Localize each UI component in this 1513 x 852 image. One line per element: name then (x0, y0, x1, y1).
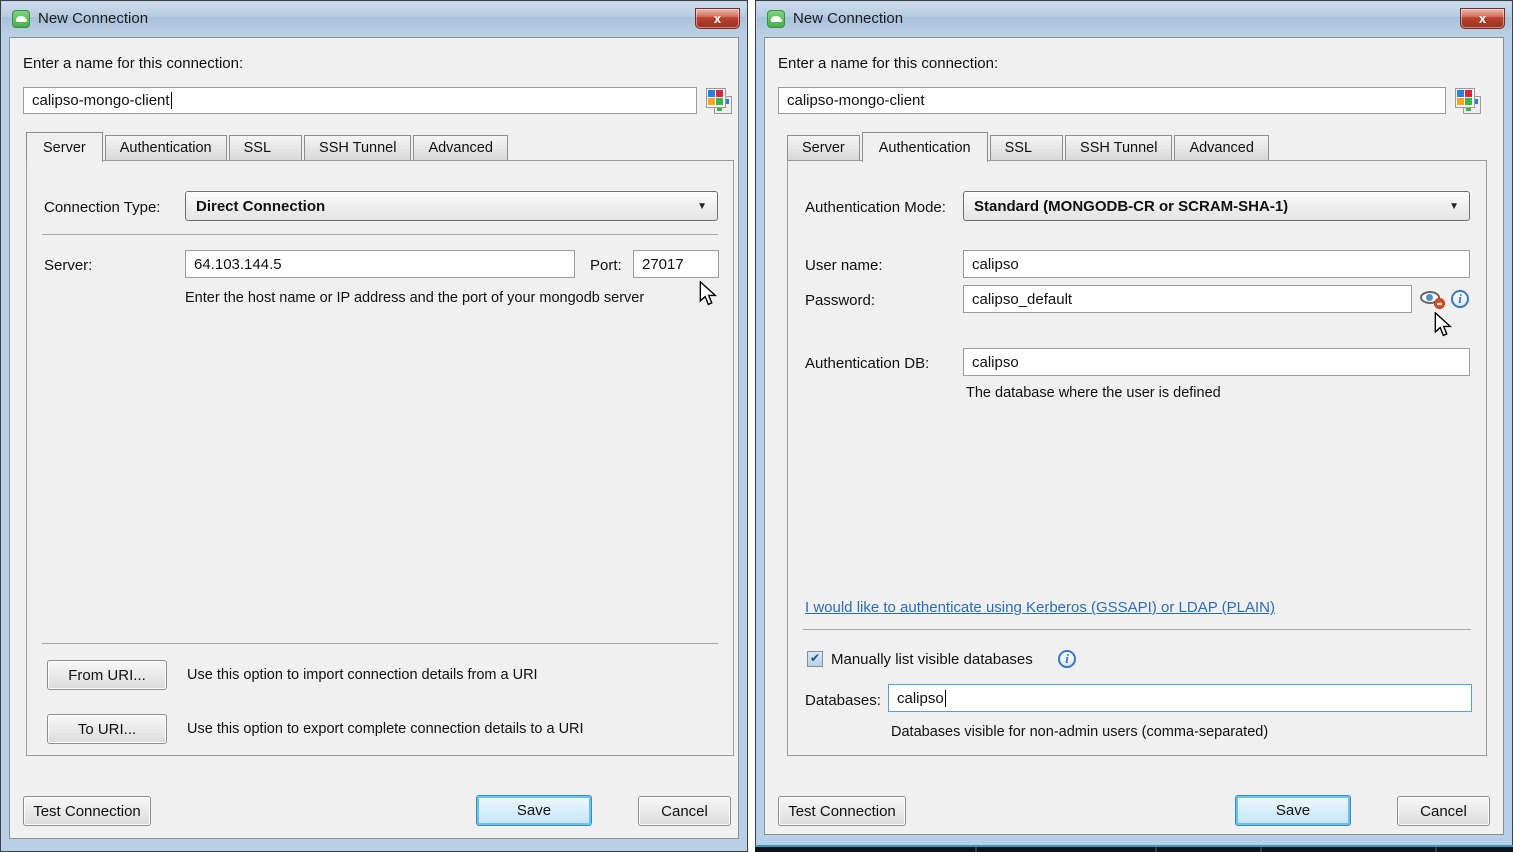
tab-ssl[interactable]: SSL (229, 135, 302, 161)
new-connection-window-server: New Connection x Enter a name for this c… (0, 0, 748, 852)
eye-iris (1426, 294, 1433, 301)
tab-authentication[interactable]: Authentication (105, 135, 227, 161)
kerberos-ldap-link[interactable]: I would like to authenticate using Kerbe… (805, 599, 1275, 616)
close-icon[interactable]: x (695, 8, 740, 29)
databases-help-text: Databases visible for non-admin users (c… (891, 724, 1268, 740)
port-input[interactable]: 27017 (633, 250, 719, 278)
chevron-down-icon: ▼ (697, 201, 707, 212)
divider (42, 234, 718, 235)
password-value: calipso_default (972, 291, 1072, 308)
connection-color-picker-icon[interactable] (706, 88, 733, 115)
window-title: New Connection (38, 10, 148, 27)
user-name-label: User name: (805, 257, 883, 274)
screenshot-canvas: New Connection x Enter a name for this c… (0, 0, 1513, 852)
auth-db-input[interactable]: calipso (963, 348, 1470, 376)
tab-advanced[interactable]: Advanced (413, 135, 508, 161)
dialog-tabs: Server Authentication SSL SSH Tunnel Adv… (787, 129, 1271, 161)
connection-color-picker-icon[interactable] (1455, 88, 1482, 115)
manually-list-databases-label: Manually list visible databases (831, 651, 1033, 668)
manually-list-databases-checkbox[interactable] (807, 651, 823, 667)
from-uri-help-text: Use this option to import connection det… (187, 667, 538, 683)
text-caret (945, 690, 946, 707)
connection-name-label: Enter a name for this connection: (778, 55, 998, 72)
server-value: 64.103.144.5 (194, 256, 282, 273)
tab-ssl[interactable]: SSL (990, 135, 1063, 161)
auth-db-label: Authentication DB: (805, 355, 929, 372)
server-tab-panel: Connection Type: Direct Connection ▼ Ser… (26, 160, 734, 756)
tab-server[interactable]: Server (787, 135, 860, 161)
user-name-value: calipso (972, 256, 1019, 273)
cancel-button[interactable]: Cancel (1397, 796, 1490, 826)
palette-front-square (1455, 88, 1475, 108)
tab-ssh-tunnel[interactable]: SSH Tunnel (304, 135, 411, 161)
auth-db-help-text: The database where the user is defined (966, 385, 1221, 401)
auth-mode-value: Standard (MONGODB-CR or SCRAM-SHA-1) (974, 198, 1288, 215)
window-title: New Connection (793, 10, 903, 27)
databases-label: Databases: (805, 692, 881, 709)
mongo-client-app-icon (12, 10, 30, 28)
mongo-client-app-icon (767, 10, 785, 28)
auth-mode-label: Authentication Mode: (805, 199, 946, 216)
connection-name-input[interactable]: calipso-mongo-client (23, 87, 697, 114)
divider (803, 629, 1471, 630)
server-help-text: Enter the host name or IP address and th… (185, 290, 644, 306)
password-label: Password: (805, 292, 875, 309)
password-info-icon[interactable]: i (1451, 290, 1469, 308)
auth-db-value: calipso (972, 354, 1019, 371)
cancel-button[interactable]: Cancel (638, 796, 731, 826)
mouse-cursor (1433, 312, 1455, 338)
titlebar[interactable]: New Connection x (2, 2, 746, 35)
background-window-edge (755, 845, 1513, 852)
divider (42, 643, 718, 644)
databases-value: calipso (897, 690, 944, 707)
user-name-input[interactable]: calipso (963, 250, 1470, 278)
databases-input[interactable]: calipso (888, 684, 1472, 712)
connection-name-value: calipso-mongo-client (32, 92, 170, 109)
password-input[interactable]: calipso_default (963, 285, 1412, 313)
new-connection-window-authentication: New Connection x Enter a name for this c… (755, 0, 1513, 846)
tab-server[interactable]: Server (26, 132, 103, 162)
text-caret (171, 92, 172, 109)
palette-front-square (706, 88, 726, 108)
server-input[interactable]: 64.103.144.5 (185, 250, 575, 278)
to-uri-help-text: Use this option to export complete conne… (187, 721, 584, 737)
hide-password-eye-icon[interactable] (1420, 290, 1444, 307)
tab-advanced[interactable]: Advanced (1174, 135, 1269, 161)
authentication-tab-panel: Authentication Mode: Standard (MONGODB-C… (787, 160, 1487, 756)
dialog-content: Enter a name for this connection: calips… (764, 37, 1504, 835)
chevron-down-icon: ▼ (1449, 201, 1459, 212)
from-uri-button[interactable]: From URI... (47, 660, 167, 690)
auth-mode-select[interactable]: Standard (MONGODB-CR or SCRAM-SHA-1) ▼ (963, 191, 1470, 221)
test-connection-button[interactable]: Test Connection (778, 796, 906, 826)
connection-type-value: Direct Connection (196, 198, 325, 215)
dialog-content: Enter a name for this connection: calips… (9, 37, 739, 839)
tab-authentication[interactable]: Authentication (862, 132, 988, 162)
port-value: 27017 (642, 256, 684, 273)
to-uri-button[interactable]: To URI... (47, 714, 167, 744)
connection-type-label: Connection Type: (44, 199, 160, 216)
connection-name-label: Enter a name for this connection: (23, 55, 243, 72)
save-button[interactable]: Save (476, 795, 592, 826)
test-connection-button[interactable]: Test Connection (23, 796, 151, 826)
mouse-cursor (698, 281, 720, 307)
connection-name-value: calipso-mongo-client (787, 92, 925, 109)
port-label: Port: (590, 257, 622, 274)
titlebar[interactable]: New Connection x (757, 2, 1511, 35)
dialog-tabs: Server Authentication SSL SSH Tunnel Adv… (26, 129, 510, 161)
connection-name-input[interactable]: calipso-mongo-client (778, 87, 1446, 114)
minus-badge (1434, 298, 1445, 309)
tab-ssh-tunnel[interactable]: SSH Tunnel (1065, 135, 1172, 161)
save-button[interactable]: Save (1235, 795, 1351, 826)
server-label: Server: (44, 257, 92, 274)
close-icon[interactable]: x (1460, 8, 1505, 29)
databases-info-icon[interactable]: i (1058, 650, 1076, 668)
connection-type-select[interactable]: Direct Connection ▼ (185, 191, 718, 221)
